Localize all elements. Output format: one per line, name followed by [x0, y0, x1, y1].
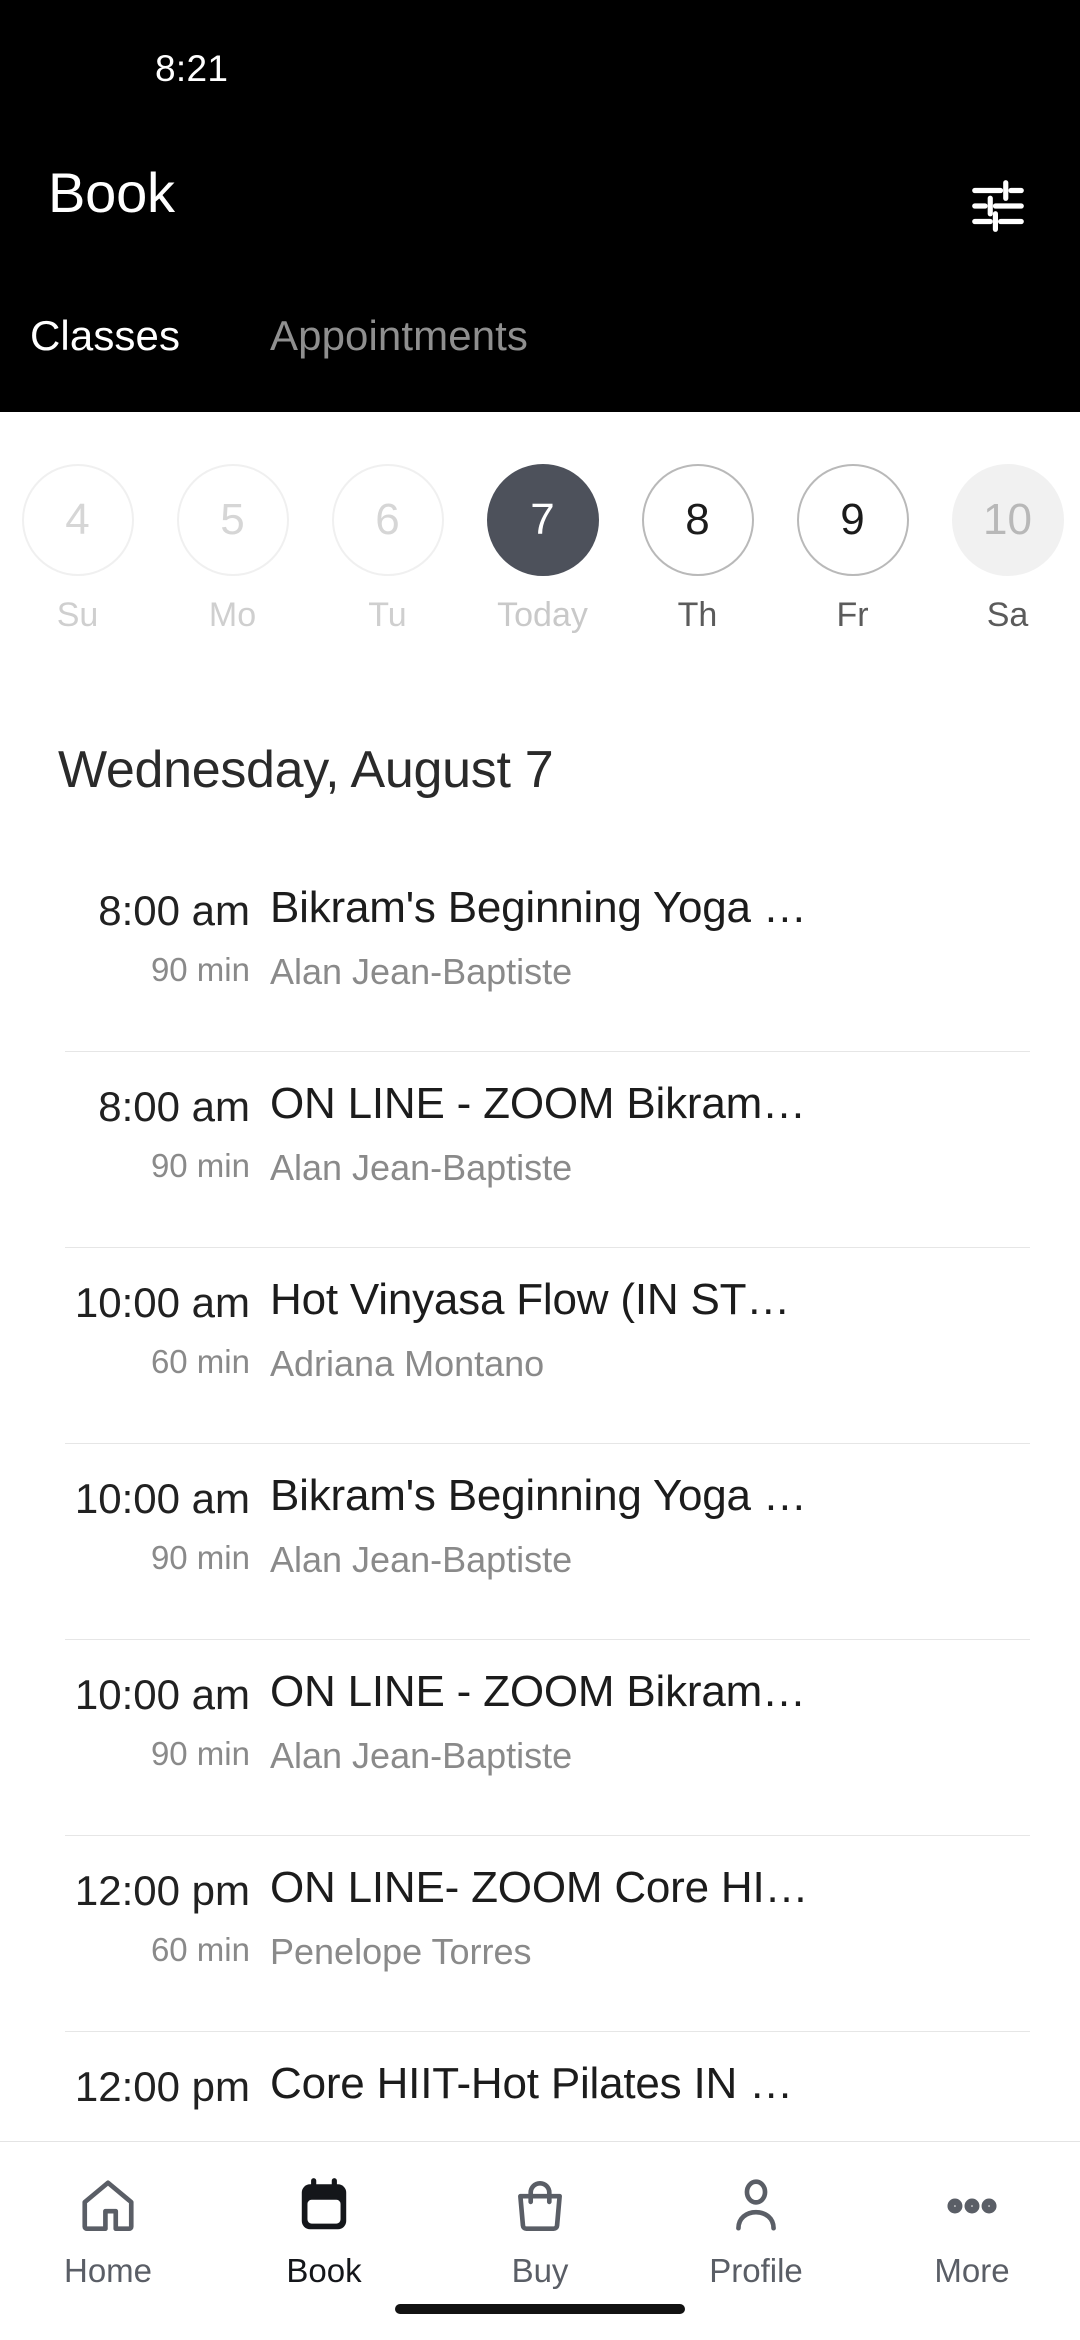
date-number-circle: 8: [641, 464, 754, 576]
class-instructor: Penelope Torres: [270, 1931, 532, 1972]
class-list-item[interactable]: 12:00 pm Core HIIT-Hot Pilates IN …: [0, 2031, 1080, 2140]
class-instructor: Alan Jean-Baptiste: [270, 1539, 573, 1580]
class-list-item[interactable]: 10:00 am 90 min ON LINE - ZOOM Bikram… Alan…: [0, 1639, 1080, 1835]
class-duration: 90 min: [150, 1147, 250, 1184]
class-start-time: 10:00 am: [74, 1475, 250, 1522]
class-instructor: Alan Jean-Baptiste: [270, 1147, 573, 1188]
date-selector-strip[interactable]: 4 Su 5 Mo 6 Tu 7 Today 8 Th 9 Fr 10 Sa: [0, 412, 1080, 692]
class-name: Bikram's Beginning Yoga …: [270, 883, 807, 932]
class-duration: 60 min: [150, 1343, 250, 1380]
class-name: Bikram's Beginning Yoga …: [270, 1471, 807, 1520]
class-time-column: 10:00 am 90 min: [0, 1443, 270, 1577]
nav-item-more[interactable]: More: [864, 2170, 1080, 2290]
class-start-time: 12:00 pm: [74, 1867, 250, 1914]
date-number-circle: 7: [486, 464, 599, 576]
filter-button[interactable]: [952, 160, 1044, 252]
home-icon: [77, 2170, 139, 2242]
tab-classes[interactable]: Classes: [30, 312, 180, 360]
tab-appointments[interactable]: Appointments: [270, 312, 528, 360]
ellipsis-icon: [941, 2170, 1003, 2242]
date-item-9[interactable]: 9 Fr: [775, 464, 930, 635]
nav-item-label: Profile: [709, 2252, 803, 2289]
date-number-circle: 4: [21, 464, 134, 576]
class-info-column: ON LINE - ZOOM Bikram… Alan Jean-Baptiste: [270, 1051, 1080, 1189]
class-info-column: ON LINE- ZOOM Core HI… Penelope Torres: [270, 1835, 1080, 1973]
status-bar: 8:21: [0, 0, 1080, 120]
class-list-item[interactable]: 8:00 am 90 min ON LINE - ZOOM Bikram… Alan …: [0, 1051, 1080, 1247]
class-start-time: 12:00 pm: [74, 2063, 250, 2110]
class-instructor: Alan Jean-Baptiste: [270, 951, 573, 992]
class-info-column: ON LINE - ZOOM Bikram… Alan Jean-Baptiste: [270, 1639, 1080, 1777]
class-info-column: Hot Vinyasa Flow (IN ST… Adriana Montano: [270, 1247, 1080, 1385]
date-item-8[interactable]: 8 Th: [620, 464, 775, 635]
date-weekday-label: Today: [497, 596, 588, 634]
class-name: ON LINE - ZOOM Bikram…: [270, 1079, 806, 1128]
date-weekday-label: Tu: [368, 596, 407, 634]
date-item-7[interactable]: 7 Today: [465, 464, 620, 635]
class-duration: 90 min: [150, 951, 250, 988]
date-weekday-label: Su: [56, 596, 99, 634]
status-bar-clock: 8:21: [155, 48, 229, 89]
class-list-item[interactable]: 10:00 am 90 min Bikram's Beginning Yoga … A…: [0, 1443, 1080, 1639]
class-list-item[interactable]: 10:00 am 60 min Hot Vinyasa Flow (IN ST… Ad…: [0, 1247, 1080, 1443]
nav-item-label: More: [934, 2252, 1010, 2289]
class-start-time: 8:00 am: [98, 887, 250, 934]
nav-item-label: Home: [63, 2252, 153, 2289]
class-time-column: 8:00 am 90 min: [0, 1051, 270, 1185]
class-duration: 90 min: [150, 1539, 250, 1576]
date-number-circle: 9: [796, 464, 909, 576]
class-start-time: 8:00 am: [98, 1083, 250, 1130]
class-info-column: Bikram's Beginning Yoga … Alan Jean-Bapti…: [270, 855, 1080, 993]
home-indicator: [395, 2304, 685, 2314]
nav-item-label: Buy: [511, 2252, 569, 2289]
date-weekday-label: Sa: [986, 596, 1029, 634]
calendar-icon: [293, 2170, 355, 2242]
date-weekday-label: Mo: [208, 596, 257, 634]
selected-day-heading: Wednesday, August 7: [58, 741, 554, 799]
class-time-column: 12:00 pm 60 min: [0, 1835, 270, 1969]
nav-item-profile[interactable]: Profile: [648, 2170, 864, 2290]
nav-item-label: Book: [286, 2252, 362, 2289]
class-instructor: Alan Jean-Baptiste: [270, 1735, 573, 1776]
class-name: Hot Vinyasa Flow (IN ST…: [270, 1275, 791, 1324]
bag-icon: [509, 2170, 571, 2242]
date-item-5: 5 Mo: [155, 464, 310, 635]
class-time-column: 10:00 am 90 min: [0, 1639, 270, 1773]
date-number-circle: 10: [951, 464, 1064, 576]
class-list[interactable]: 8:00 am 90 min Bikram's Beginning Yoga … Al…: [0, 855, 1080, 2140]
class-start-time: 10:00 am: [74, 1671, 250, 1718]
date-item-10[interactable]: 10 Sa: [930, 464, 1080, 635]
date-weekday-label: Fr: [836, 596, 869, 634]
class-duration: 90 min: [150, 1735, 250, 1772]
class-name: ON LINE - ZOOM Bikram…: [270, 1667, 806, 1716]
class-duration: 60 min: [150, 1931, 250, 1968]
class-info-column: Bikram's Beginning Yoga … Alan Jean-Bapti…: [270, 1443, 1080, 1581]
nav-item-book[interactable]: Book: [216, 2170, 432, 2290]
page-title: Book: [48, 161, 175, 224]
class-name: ON LINE- ZOOM Core HI…: [270, 1863, 809, 1912]
class-time-column: 10:00 am 60 min: [0, 1247, 270, 1381]
tune-sliders-icon: [972, 180, 1024, 232]
date-item-6: 6 Tu: [310, 464, 465, 635]
class-instructor: Adriana Montano: [270, 1343, 545, 1384]
app-screen: 8:21 Book Classes Appointments 4 Su 5 Mo…: [0, 0, 1080, 2340]
class-info-column: Core HIIT-Hot Pilates IN …: [270, 2031, 1080, 2109]
date-weekday-label: Th: [677, 596, 718, 634]
person-icon: [725, 2170, 787, 2242]
date-number-circle: 6: [331, 464, 444, 576]
class-time-column: 12:00 pm: [0, 2031, 270, 2111]
class-list-item[interactable]: 8:00 am 90 min Bikram's Beginning Yoga … Al…: [0, 855, 1080, 1051]
nav-item-home[interactable]: Home: [0, 2170, 216, 2290]
tab-bar: Classes Appointments: [0, 312, 1080, 412]
date-item-4: 4 Su: [0, 464, 155, 635]
class-list-item[interactable]: 12:00 pm 60 min ON LINE- ZOOM Core HI… Pene…: [0, 1835, 1080, 2031]
class-start-time: 10:00 am: [74, 1279, 250, 1326]
nav-item-buy[interactable]: Buy: [432, 2170, 648, 2290]
class-name: Core HIIT-Hot Pilates IN …: [270, 2059, 793, 2108]
class-time-column: 8:00 am 90 min: [0, 855, 270, 989]
app-header: 8:21 Book Classes Appointments: [0, 0, 1080, 412]
date-number-circle: 5: [176, 464, 289, 576]
